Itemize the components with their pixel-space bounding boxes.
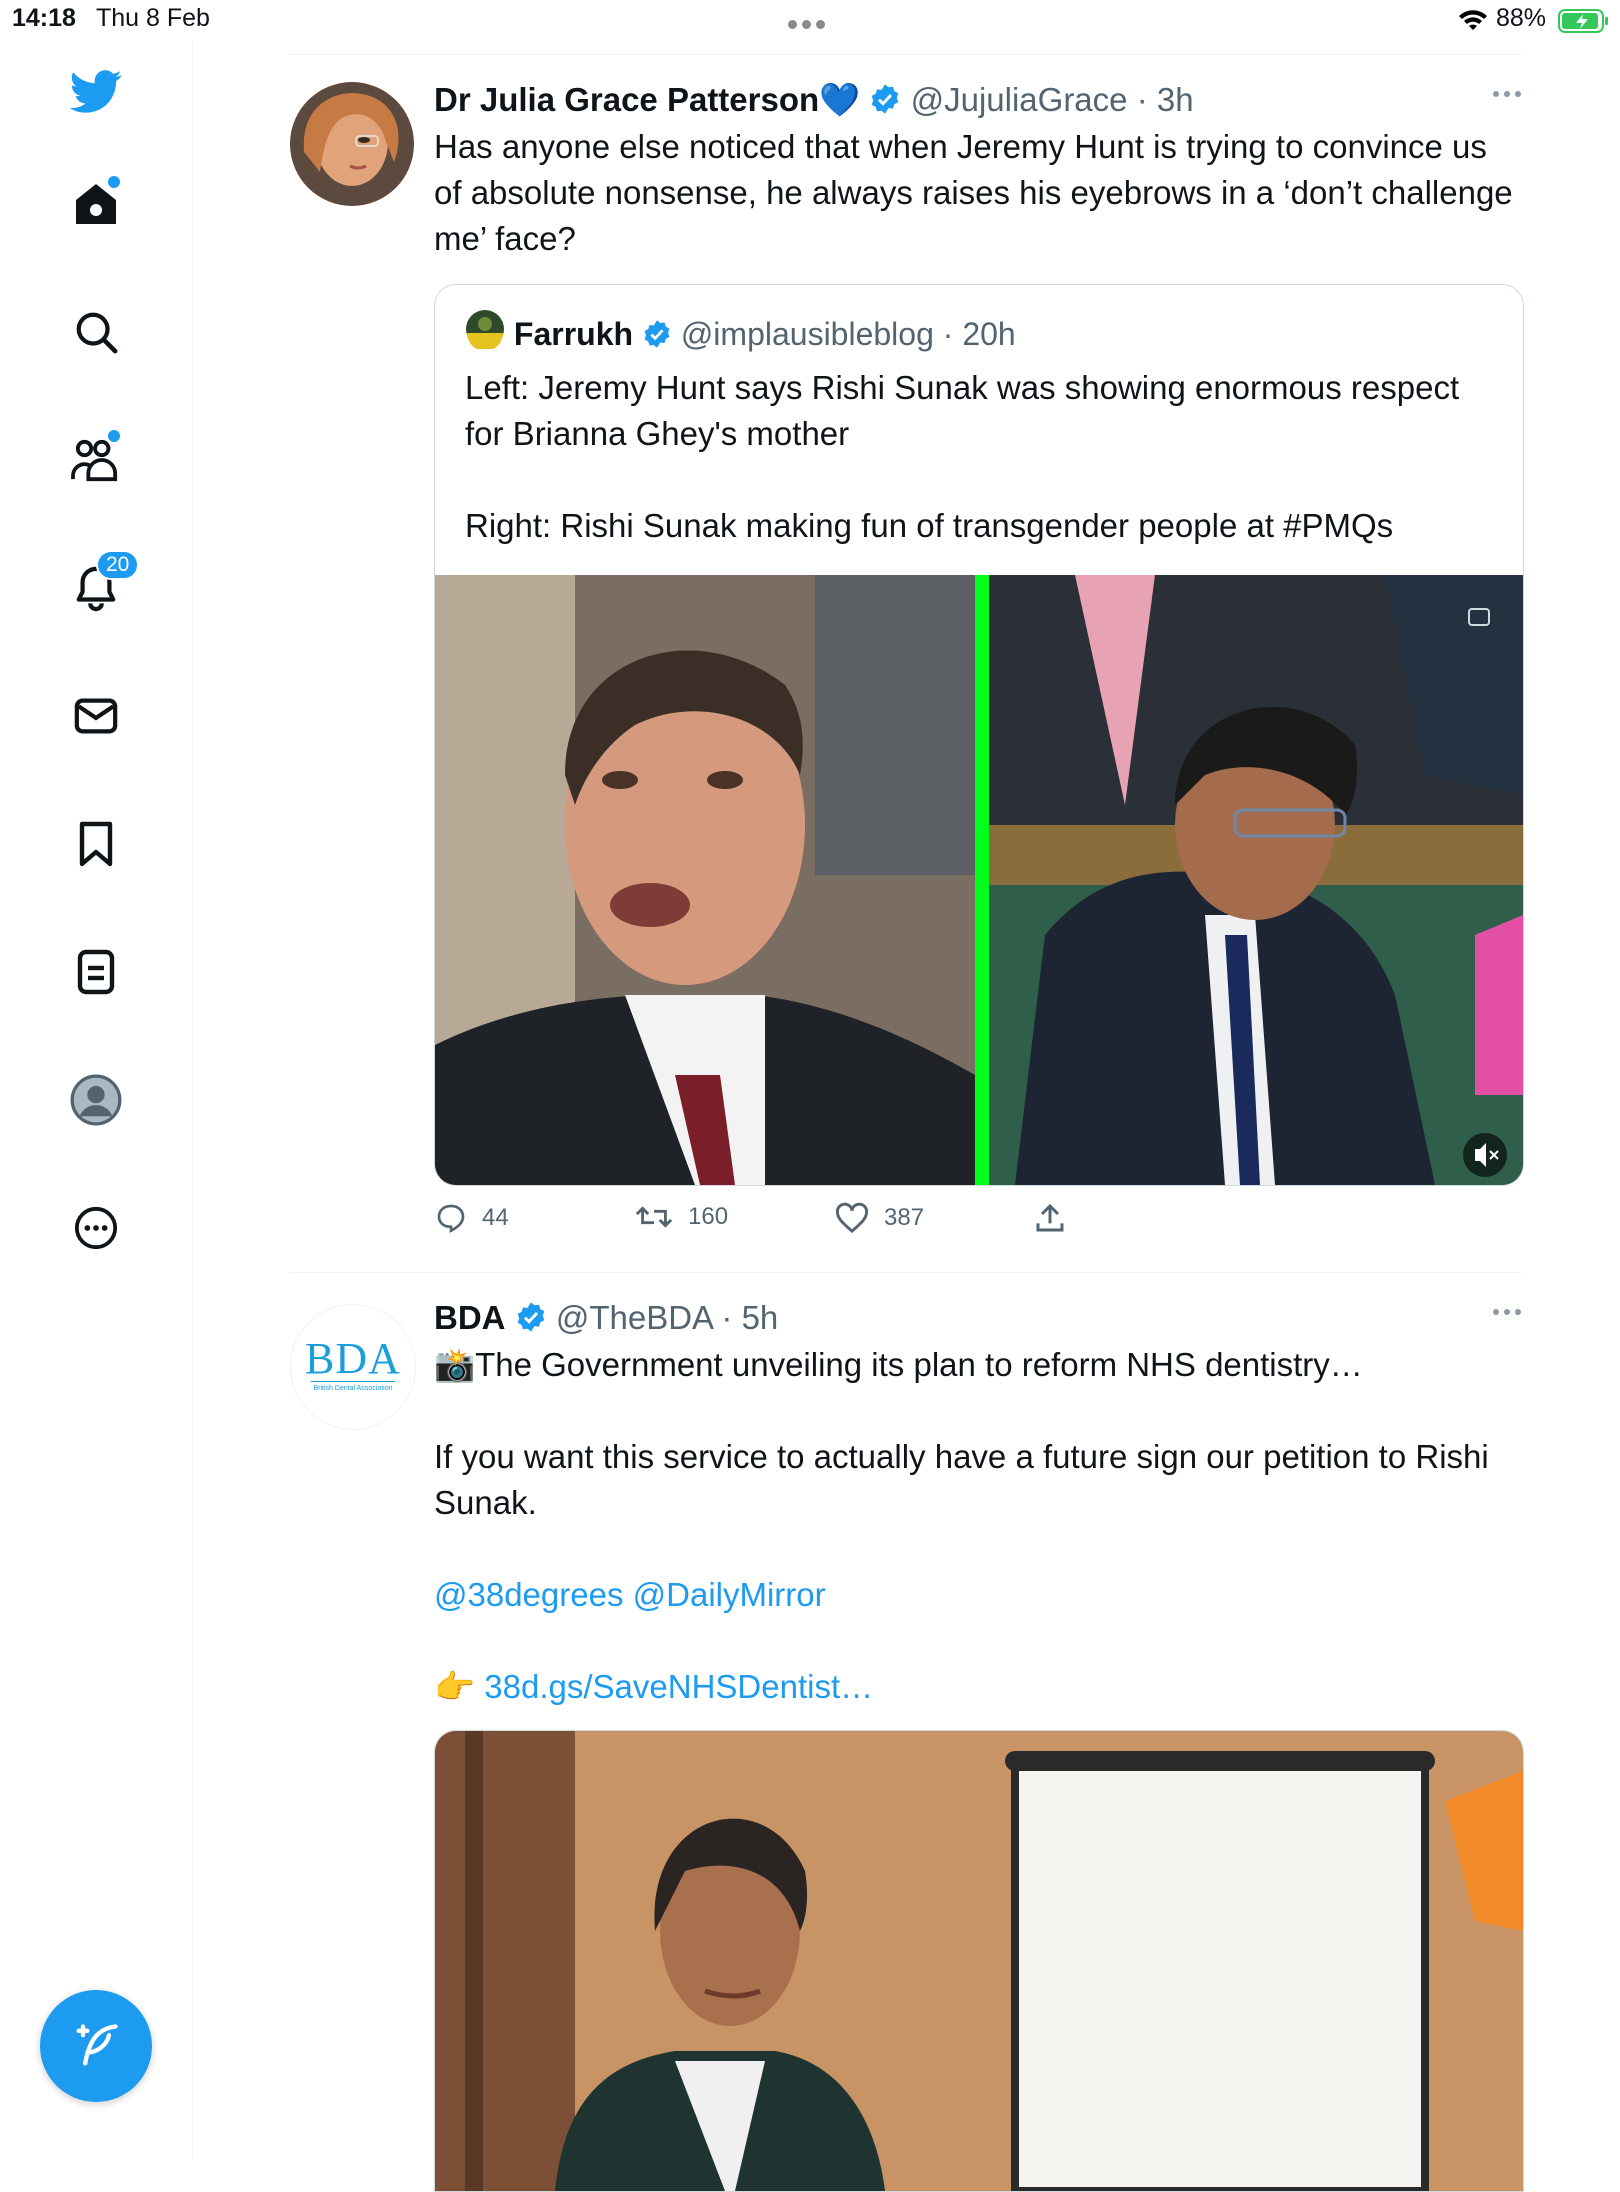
bookmark-icon: [79, 821, 113, 867]
mention-dailymirror[interactable]: @DailyMirror: [633, 1576, 826, 1613]
battery-charging-icon: [1558, 9, 1608, 33]
quoted-author-avatar[interactable]: [465, 309, 505, 349]
multitasking-dots-icon[interactable]: [788, 16, 832, 29]
feed-top-divider: [290, 54, 1522, 55]
nav-profile[interactable]: [60, 1064, 132, 1136]
petition-link[interactable]: 38d.gs/SaveNHSDentist…: [484, 1668, 873, 1705]
tweet-more-options-icon[interactable]: [1492, 90, 1522, 98]
avatar-icon: [70, 1074, 122, 1126]
nav-lists[interactable]: [60, 936, 132, 1008]
nav-more[interactable]: [60, 1192, 132, 1264]
tweet-text-line2: If you want this service to actually hav…: [434, 1438, 1489, 1521]
nav-explore[interactable]: [60, 296, 132, 368]
twitter-bird-icon: [69, 70, 122, 113]
wifi-icon: [1459, 10, 1487, 30]
quoted-author-handle[interactable]: @implausibleblog: [681, 316, 934, 352]
tweet-divider: [290, 1272, 1522, 1273]
nav-communities[interactable]: [60, 424, 132, 496]
sidebar: 20: [0, 40, 193, 2160]
verified-badge-icon: [517, 1302, 545, 1332]
verified-badge-icon: [872, 84, 899, 114]
retweet-icon: [635, 1206, 673, 1228]
quoted-video[interactable]: [435, 575, 1523, 1185]
tweet-body: Dr Julia Grace Patterson💙 @JujuliaGrace …: [434, 80, 1522, 262]
share-icon: [1036, 1203, 1064, 1232]
nav-bookmarks[interactable]: [60, 808, 132, 880]
nav-notifications[interactable]: 20: [60, 550, 140, 624]
quoted-author-name[interactable]: Farrukh: [514, 316, 633, 352]
retweet-count: 160: [688, 1203, 729, 1230]
quoted-tweet[interactable]: Farrukh @implausibleblog · 20h Left: Jer…: [434, 284, 1524, 1186]
nav-home[interactable]: [60, 168, 132, 240]
notifications-count-badge: 20: [96, 550, 140, 580]
tweet[interactable]: BDA British Dental Association BDA @TheB…: [290, 1298, 1524, 2192]
battery-percent: 88%: [1496, 4, 1547, 32]
tweet-text-line1: 📸The Government unveiling its plan to re…: [434, 1346, 1363, 1383]
nav-messages[interactable]: [60, 680, 132, 752]
share-button[interactable]: [1034, 1202, 1066, 1234]
compose-icon: [76, 2024, 118, 2066]
reply-icon: [437, 1204, 465, 1233]
search-icon: [76, 312, 118, 354]
bda-logo-subtext: British Dental Association: [313, 1385, 393, 1392]
tweet-author-avatar[interactable]: BDA British Dental Association: [290, 1304, 416, 1430]
tweet-timestamp[interactable]: · 3h: [1137, 81, 1194, 118]
tweet-actions: 44 160 387: [434, 1202, 1134, 1242]
mention-38degrees[interactable]: @38degrees: [434, 1576, 623, 1613]
tweet-image: [435, 1731, 1523, 2191]
quoted-verified-badge-icon: [644, 320, 670, 348]
tweet-media[interactable]: [434, 1730, 1524, 2192]
home-dot-badge: [106, 174, 122, 190]
tweet-body: BDA @TheBDA · 5h 📸The Government unveili…: [434, 1298, 1522, 1710]
tweet-author-name[interactable]: Dr Julia Grace Patterson💙: [434, 81, 860, 118]
reply-count: 44: [482, 1204, 509, 1231]
tweet-more-options-icon[interactable]: [1492, 1308, 1522, 1316]
more-icon: [74, 1206, 118, 1250]
quoted-timestamp[interactable]: · 20h: [943, 316, 1016, 352]
bda-logo-text: BDA: [305, 1334, 401, 1383]
twitter-logo[interactable]: [60, 56, 132, 128]
quoted-text-right: Right: Rishi Sunak making fun of transge…: [465, 507, 1394, 544]
author-photo: [290, 82, 414, 206]
quoted-text-left: Left: Jeremy Hunt says Rishi Sunak was s…: [465, 369, 1460, 452]
tweet-author-handle[interactable]: @JujuliaGrace: [911, 81, 1128, 118]
tweet-text: 📸The Government unveiling its plan to re…: [434, 1342, 1522, 1710]
communities-dot-badge: [106, 428, 122, 444]
tweet-header: Dr Julia Grace Patterson💙 @JujuliaGrace …: [434, 80, 1522, 120]
tweet-author-avatar[interactable]: [290, 82, 414, 206]
tweet-text: Has anyone else noticed that when Jeremy…: [434, 128, 1513, 257]
status-bar: 14:18 Thu 8 Feb 88%: [0, 0, 1620, 40]
heart-icon: [835, 1202, 869, 1234]
tweet-header: BDA @TheBDA · 5h: [434, 1298, 1522, 1338]
tweet-timestamp[interactable]: · 5h: [721, 1299, 778, 1336]
quoted-tweet-text: Left: Jeremy Hunt says Rishi Sunak was s…: [465, 365, 1495, 549]
status-date: Thu 8 Feb: [96, 4, 210, 32]
reply-button[interactable]: 44: [434, 1202, 509, 1234]
tweet-author-handle[interactable]: @TheBDA: [556, 1299, 712, 1336]
list-icon: [77, 949, 115, 995]
compose-button[interactable]: [40, 1990, 152, 2102]
status-time: 14:18: [12, 4, 76, 32]
tweet[interactable]: Dr Julia Grace Patterson💙 @JujuliaGrace …: [290, 80, 1524, 1260]
tweet-author-name[interactable]: BDA: [434, 1299, 506, 1336]
like-button[interactable]: 387: [834, 1202, 924, 1234]
mail-icon: [74, 698, 118, 734]
retweet-button[interactable]: 160: [634, 1202, 728, 1232]
pointing-hand-emoji: 👉: [434, 1668, 476, 1705]
quoted-tweet-header: Farrukh @implausibleblog · 20h: [465, 309, 1016, 353]
like-count: 387: [884, 1204, 925, 1231]
